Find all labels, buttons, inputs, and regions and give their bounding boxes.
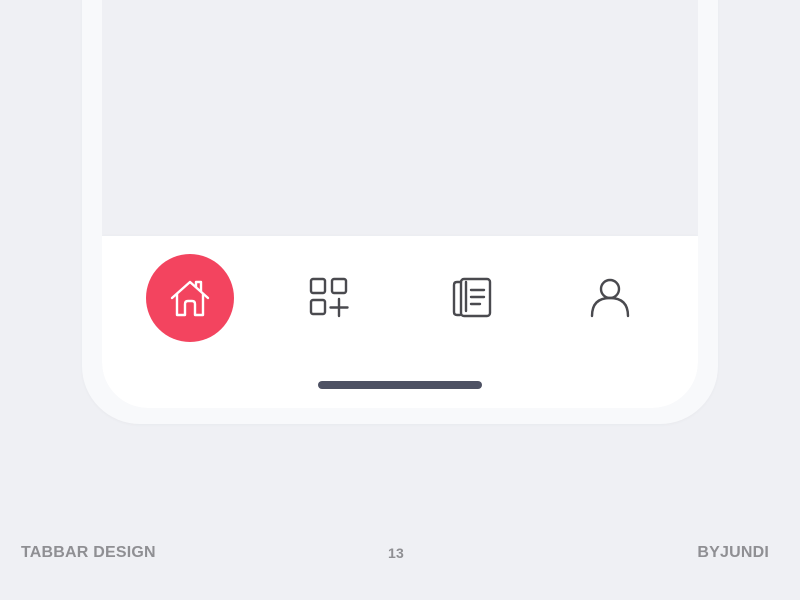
user-icon — [588, 276, 632, 320]
documents-icon — [450, 276, 494, 320]
tab-apps[interactable] — [286, 254, 374, 342]
tab-profile[interactable] — [566, 254, 654, 342]
add-grid-icon — [308, 276, 352, 320]
tab-home[interactable] — [146, 254, 234, 342]
home-indicator[interactable] — [318, 381, 482, 389]
footer-author: BYJUNDI — [697, 544, 769, 561]
phone-screen — [102, 0, 698, 408]
footer-title: TABBAR DESIGN — [21, 544, 156, 561]
tab-documents[interactable] — [428, 254, 516, 342]
tab-bar — [102, 236, 698, 408]
footer-page-number: 13 — [388, 545, 404, 561]
home-icon — [168, 276, 212, 320]
